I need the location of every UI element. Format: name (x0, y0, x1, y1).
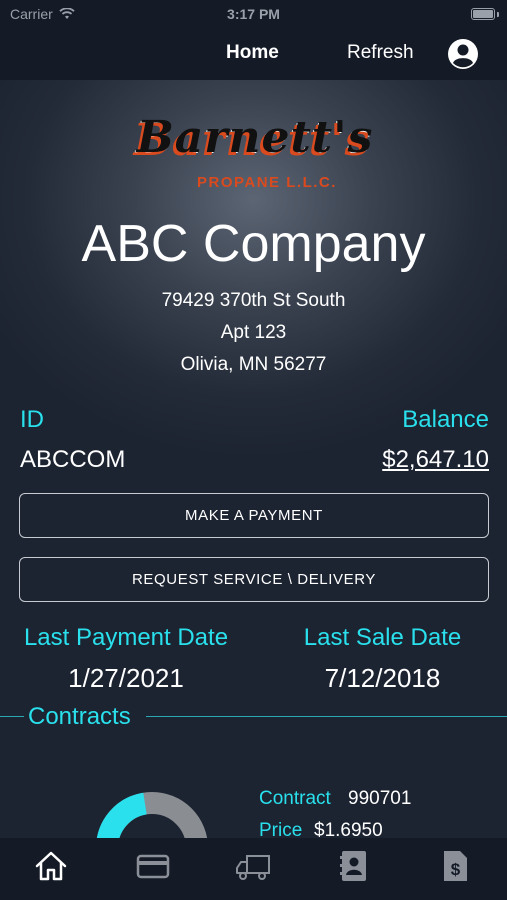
balance-label: Balance (402, 406, 489, 433)
contracts-divider-right (146, 716, 507, 717)
home-icon[interactable] (33, 848, 69, 884)
last-payment-value: 1/27/2021 (68, 663, 184, 693)
contracts-section-title: Contracts (28, 703, 131, 730)
id-value: ABCCOM (20, 446, 126, 473)
tab-bar: $ (0, 838, 507, 900)
make-payment-button[interactable]: MAKE A PAYMENT (19, 493, 489, 538)
address-line-1: 79429 370th St South (161, 290, 346, 311)
balance-value-link[interactable]: $2,647.10 (382, 446, 489, 474)
battery-tip (497, 12, 499, 17)
status-time: 3:17 PM (227, 6, 280, 22)
contract-label: Contract (259, 788, 331, 809)
svg-text:$: $ (451, 860, 461, 879)
company-name: ABC Company (81, 215, 426, 273)
nav-home-link[interactable]: Home (226, 42, 279, 64)
invoice-dollar-icon[interactable]: $ (437, 848, 473, 884)
last-payment-label: Last Payment Date (23, 624, 229, 651)
request-service-button[interactable]: REQUEST SERVICE \ DELIVERY (19, 557, 489, 602)
company-logo: Barnett's PROPANE L.L.C. (135, 112, 375, 196)
logo-script-text: Barnett's (136, 112, 374, 163)
battery-icon (471, 8, 495, 20)
last-sale-label: Last Sale Date (303, 624, 462, 651)
id-label: ID (20, 406, 44, 433)
nav-bar: Home Refresh (0, 28, 507, 80)
account-icon[interactable] (447, 38, 479, 70)
credit-card-icon[interactable] (135, 848, 171, 884)
contract-value: 990701 (348, 788, 412, 809)
logo-subtitle: PROPANE L.L.C. (197, 174, 337, 191)
nav-refresh-button[interactable]: Refresh (347, 42, 414, 64)
last-sale-value: 7/12/2018 (324, 663, 441, 693)
address-line-2: Apt 123 (220, 322, 287, 343)
screen: Carrier 3:17 PM Home Refresh Barnett's P… (0, 0, 507, 900)
contracts-divider-left (0, 716, 24, 717)
delivery-truck-icon[interactable] (235, 848, 271, 884)
status-bar: Carrier 3:17 PM (0, 0, 507, 28)
address-line-3: Olivia, MN 56277 (180, 354, 327, 375)
contact-card-icon[interactable] (336, 848, 372, 884)
